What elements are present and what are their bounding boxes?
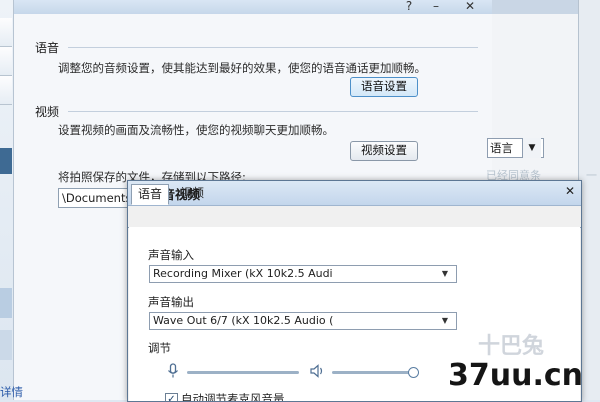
watermark-faint: 十巴兔 xyxy=(478,334,545,359)
chevron-down-icon[interactable]: ▼ xyxy=(438,266,452,282)
auto-adjust-checkbox[interactable]: ✓ xyxy=(165,393,178,401)
minimize-button[interactable]: – xyxy=(428,0,444,14)
video-section-label: 视频 xyxy=(35,105,60,119)
voice-settings-button[interactable]: 语音设置 xyxy=(350,77,418,97)
audio-output-label: 声音输出 xyxy=(148,295,194,309)
speaker-volume-thumb[interactable] xyxy=(408,367,419,378)
sidebar-item[interactable] xyxy=(0,47,12,76)
tab-video[interactable]: 视频 xyxy=(172,184,212,203)
sidebar-item[interactable] xyxy=(0,76,12,105)
video-description: 设置视频的画面及流畅性，使您的视频聊天更加顺畅。 xyxy=(58,123,334,137)
sidebar-item[interactable] xyxy=(0,18,12,47)
chevron-down-icon[interactable]: ▼ xyxy=(438,313,452,329)
help-icon[interactable]: ? xyxy=(401,0,417,14)
close-button[interactable]: ✕ xyxy=(462,0,478,14)
tab-voice[interactable]: 语音 xyxy=(131,184,169,205)
speaker-icon xyxy=(310,364,323,378)
sidebar-item[interactable] xyxy=(0,330,12,360)
auto-adjust-label: 自动调节麦克风音量 xyxy=(181,392,285,402)
video-settings-button[interactable]: 视频设置 xyxy=(350,141,418,161)
divider xyxy=(68,47,478,48)
voice-section-label: 语音 xyxy=(35,41,60,55)
dialog-tabs xyxy=(128,205,581,228)
speaker-volume-slider[interactable] xyxy=(332,371,416,374)
audio-input-select[interactable]: Recording Mixer (kX 10k2.5 Audi xyxy=(149,265,457,283)
audio-input-label: 声音输入 xyxy=(148,248,194,262)
divider xyxy=(68,111,478,112)
photo-path-input[interactable]: \Documents xyxy=(58,188,137,208)
sidebar-item[interactable] xyxy=(0,288,12,318)
faded-mark: 一 xyxy=(586,169,597,182)
chevron-down-icon[interactable]: ▼ xyxy=(522,138,541,158)
close-icon[interactable]: ✕ xyxy=(562,183,578,199)
sidebar-item-selected[interactable] xyxy=(0,148,12,174)
microphone-icon xyxy=(168,363,178,378)
mic-volume-slider[interactable] xyxy=(187,371,299,374)
adjust-label: 调节 xyxy=(148,341,171,355)
settings-window-titlebar xyxy=(13,0,492,14)
details-link[interactable]: 详情 xyxy=(0,384,23,400)
watermark: 37uu.cn xyxy=(448,358,583,393)
voice-description: 调整您的音频设置，使其能达到最好的效果，使您的语音通话更加顺畅。 xyxy=(58,61,426,75)
audio-output-select[interactable]: Wave Out 6/7 (kX 10k2.5 Audio ( xyxy=(149,312,457,330)
